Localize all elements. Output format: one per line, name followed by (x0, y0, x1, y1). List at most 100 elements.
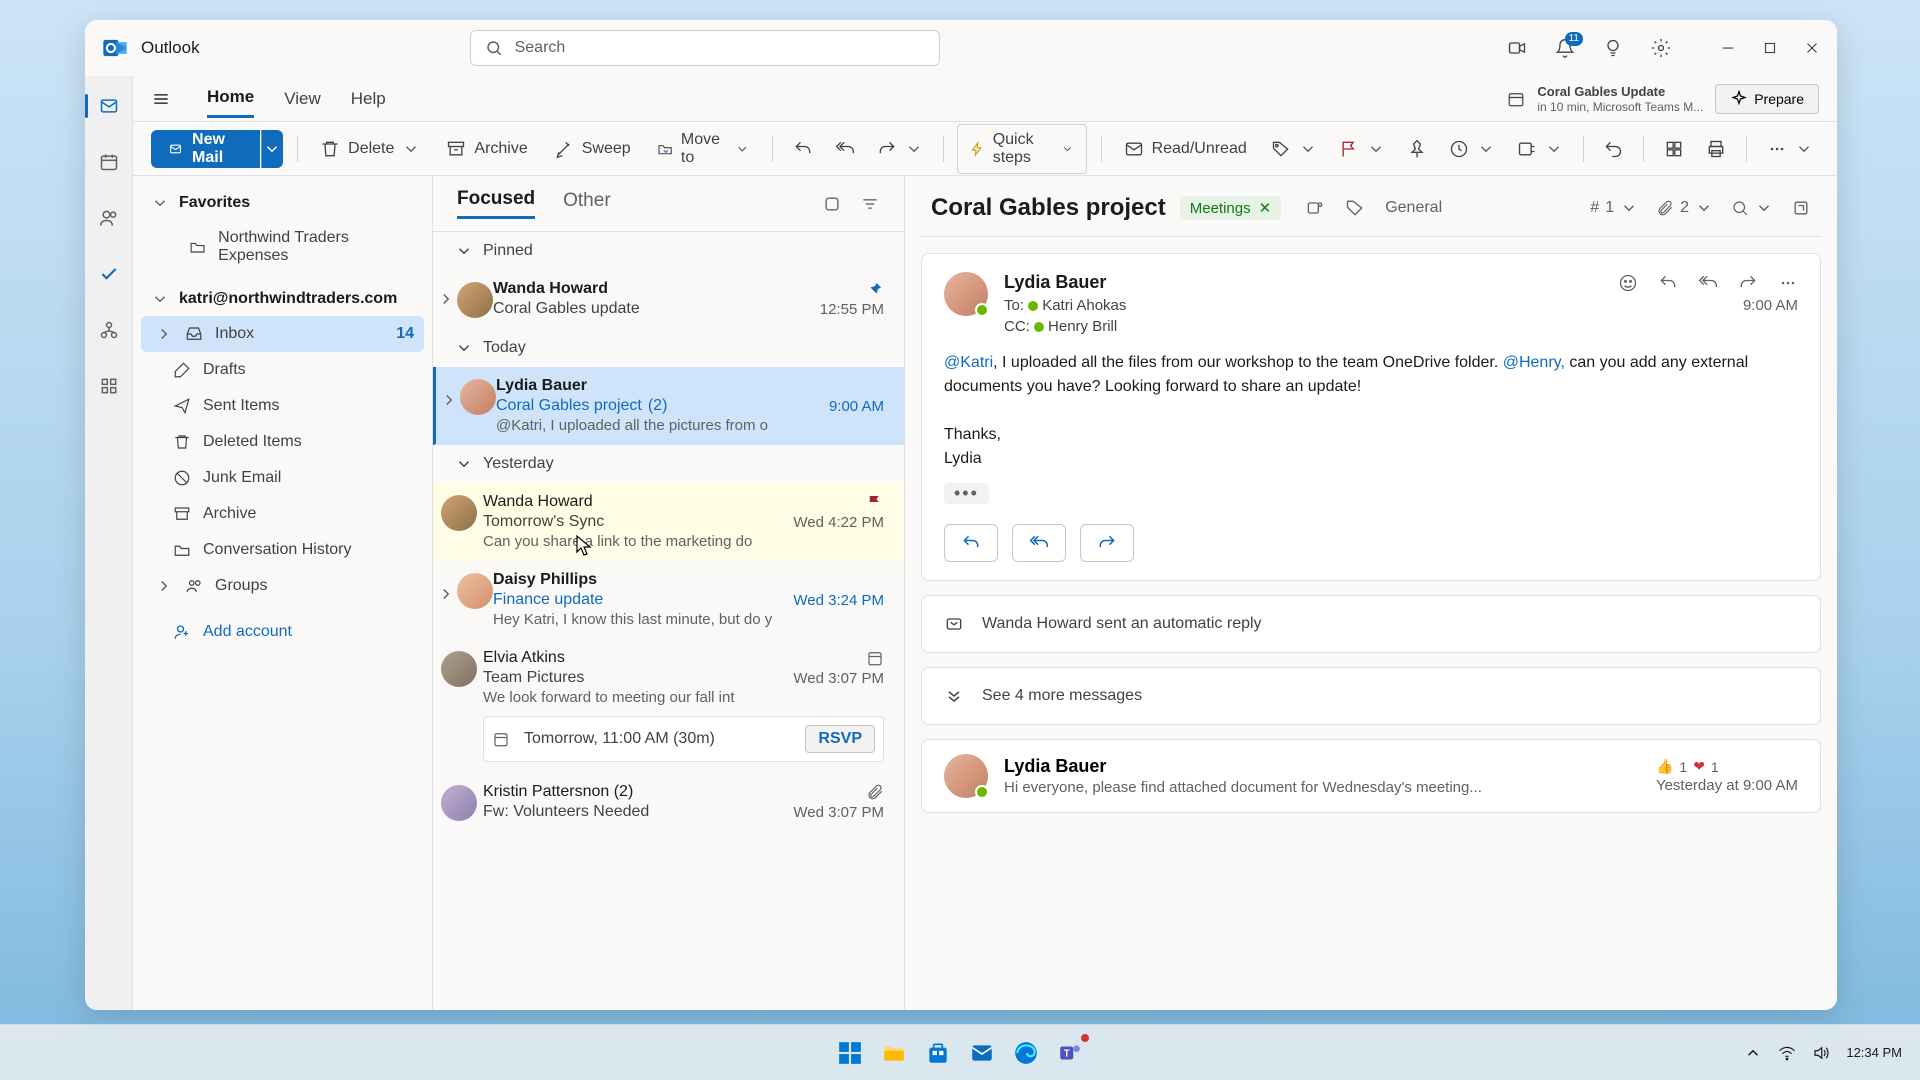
meet-now-icon[interactable] (1507, 38, 1527, 58)
message-item[interactable]: Kristin Pattersnon (2) Fw: Volunteers Ne… (433, 773, 904, 832)
archive-button[interactable]: Archive (438, 133, 535, 165)
chevron-right-icon[interactable] (155, 577, 173, 595)
new-mail-split[interactable] (261, 130, 284, 168)
favorites-header[interactable]: Favorites (141, 186, 424, 220)
open-new-window-icon[interactable] (1791, 198, 1811, 218)
tab-home[interactable]: Home (207, 79, 254, 118)
wifi-icon[interactable] (1778, 1044, 1796, 1062)
rail-todo[interactable] (95, 260, 123, 288)
chevron-right-icon[interactable] (155, 325, 173, 343)
forward-icon[interactable] (1738, 273, 1758, 293)
start-button[interactable] (833, 1036, 867, 1070)
new-mail-button[interactable]: New Mail (151, 130, 260, 168)
minimize-button[interactable] (1719, 39, 1737, 57)
reactions[interactable]: 👍1❤1 (1656, 758, 1798, 775)
close-button[interactable] (1803, 39, 1821, 57)
message-item[interactable]: Wanda Howard Tomorrow's SyncWed 4:22 PM … (433, 483, 904, 561)
notifications-button[interactable]: 11 (1555, 38, 1575, 58)
folder-groups[interactable]: Groups (141, 568, 424, 604)
reply-all-icon[interactable] (1698, 273, 1718, 293)
store-icon[interactable] (921, 1036, 955, 1070)
move-to-button[interactable]: Move to (649, 125, 758, 173)
reply-button[interactable] (787, 133, 819, 165)
folder-archive[interactable]: Archive (141, 496, 424, 532)
group-today[interactable]: Today (433, 329, 904, 367)
reply-icon[interactable] (1658, 273, 1678, 293)
reply-all-button[interactable] (1012, 524, 1066, 562)
rail-calendar[interactable] (95, 148, 123, 176)
rules-button[interactable] (1511, 133, 1569, 165)
tab-view[interactable]: View (284, 81, 321, 117)
taskbar[interactable]: T 12:34 PM (0, 1024, 1920, 1080)
remove-tag-icon[interactable]: ✕ (1259, 199, 1272, 217)
immersive-reader-button[interactable] (1658, 133, 1690, 165)
message-item[interactable]: Elvia Atkins Team PicturesWed 3:07 PM We… (433, 639, 904, 773)
quick-steps-button[interactable]: Quick steps (957, 124, 1087, 174)
rail-apps[interactable] (95, 372, 123, 400)
account-header[interactable]: katri@northwindtraders.com (141, 282, 424, 316)
edge-icon[interactable] (1009, 1036, 1043, 1070)
select-mode-icon[interactable] (822, 194, 842, 214)
rail-mail[interactable] (95, 92, 123, 120)
message-item[interactable]: Lydia Bauer Coral Gables project(2)9:00 … (433, 367, 904, 445)
add-account-button[interactable]: Add account (141, 614, 424, 650)
message-item[interactable]: Wanda Howard Coral Gables update12:55 PM (433, 270, 904, 329)
tray-chevron-icon[interactable] (1744, 1044, 1762, 1062)
rsvp-button[interactable]: RSVP (805, 725, 875, 753)
mail-taskbar-icon[interactable] (965, 1036, 999, 1070)
tag-icon[interactable] (1345, 198, 1365, 218)
volume-icon[interactable] (1812, 1044, 1830, 1062)
folder-conv-history[interactable]: Conversation History (141, 532, 424, 568)
forward-button[interactable] (871, 133, 929, 165)
reply-all-button[interactable] (829, 133, 861, 165)
overflow-button[interactable] (1761, 133, 1819, 165)
filter-icon[interactable] (860, 194, 880, 214)
delete-button[interactable]: Delete (312, 133, 428, 165)
file-explorer-icon[interactable] (877, 1036, 911, 1070)
tab-help[interactable]: Help (351, 81, 386, 117)
folder-inbox[interactable]: Inbox14 (141, 316, 424, 352)
teams-icon[interactable] (1305, 198, 1325, 218)
snooze-button[interactable] (1443, 133, 1501, 165)
flag-button[interactable] (1333, 133, 1391, 165)
read-unread-button[interactable]: Read/Unread (1116, 133, 1255, 165)
folder-deleted[interactable]: Deleted Items (141, 424, 424, 460)
flag-icon[interactable] (866, 493, 884, 511)
rail-people[interactable] (95, 204, 123, 232)
auto-reply-card[interactable]: Wanda Howard sent an automatic reply (921, 595, 1821, 653)
maximize-button[interactable] (1761, 39, 1779, 57)
pin-icon[interactable] (866, 280, 884, 298)
pin-button[interactable] (1401, 133, 1433, 165)
chevron-right-icon[interactable] (437, 290, 455, 308)
pivot-focused[interactable]: Focused (457, 188, 535, 219)
meeting-reminder[interactable]: Coral Gables Update in 10 min, Microsoft… (1507, 84, 1819, 114)
tag-button[interactable] (1265, 133, 1323, 165)
see-more-card[interactable]: See 4 more messages (921, 667, 1821, 725)
folder-junk[interactable]: Junk Email (141, 460, 424, 496)
attachment-icon[interactable] (1656, 199, 1674, 217)
folder-sent[interactable]: Sent Items (141, 388, 424, 424)
teams-taskbar-icon[interactable]: T (1053, 1036, 1087, 1070)
emoji-icon[interactable] (1618, 273, 1638, 293)
undo-button[interactable] (1597, 133, 1629, 165)
forward-button[interactable] (1080, 524, 1134, 562)
pivot-other[interactable]: Other (563, 190, 611, 218)
hamburger-icon[interactable] (151, 89, 171, 109)
zoom-icon[interactable] (1731, 199, 1749, 217)
chevron-right-icon[interactable] (440, 391, 458, 409)
favorite-folder[interactable]: Northwind Traders Expenses (141, 220, 424, 274)
group-pinned[interactable]: Pinned (433, 232, 904, 270)
settings-icon[interactable] (1651, 38, 1671, 58)
mention[interactable]: @Katri (944, 354, 993, 371)
search-input[interactable]: Search (470, 30, 940, 66)
more-icon[interactable] (1778, 273, 1798, 293)
lightbulb-icon[interactable] (1603, 38, 1623, 58)
folder-drafts[interactable]: Drafts (141, 352, 424, 388)
chevron-right-icon[interactable] (437, 585, 455, 603)
rail-org[interactable] (95, 316, 123, 344)
group-yesterday[interactable]: Yesterday (433, 445, 904, 483)
collapsed-message-card[interactable]: Lydia Bauer Hi everyone, please find att… (921, 739, 1821, 813)
taskbar-clock[interactable]: 12:34 PM (1846, 1045, 1902, 1060)
mention[interactable]: @Henry, (1503, 354, 1565, 371)
print-button[interactable] (1700, 133, 1732, 165)
